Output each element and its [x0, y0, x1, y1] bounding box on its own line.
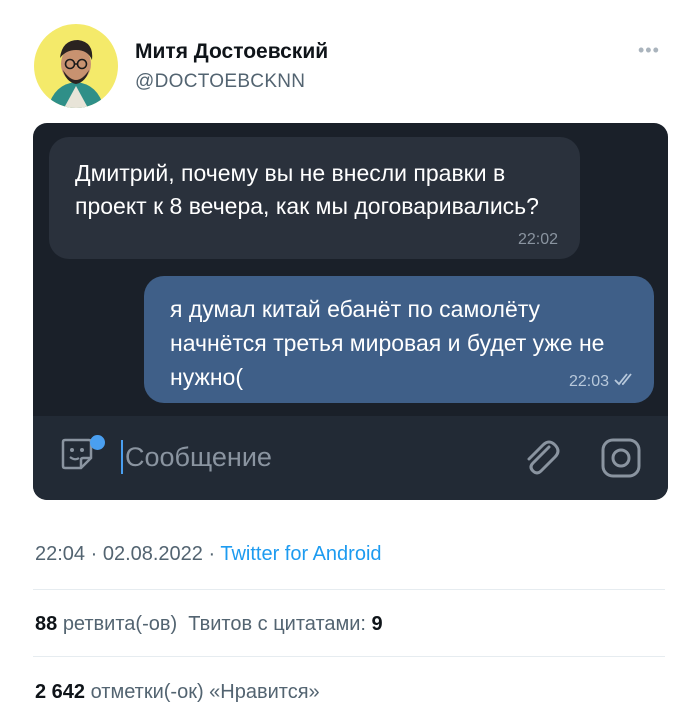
incoming-message-time: 22:02 [517, 231, 558, 248]
divider [33, 589, 665, 590]
outgoing-message-time: 22:03 [568, 373, 609, 390]
tweet-meta: 22:04 · 02.08.2022 · Twitter for Android [35, 543, 382, 566]
likes-count[interactable]: 2 642 [35, 681, 85, 703]
divider [33, 656, 665, 657]
chat-screenshot[interactable]: Дмитрий, почему вы не внесли правки в пр… [33, 123, 668, 500]
incoming-message: Дмитрий, почему вы не внесли правки в пр… [49, 137, 580, 259]
likes-stats: 2 642 отметки(-ок) «Нравится» [35, 681, 320, 704]
text-cursor [121, 440, 123, 474]
quotes-label[interactable]: Твитов с цитатами: [188, 613, 366, 635]
paperclip-icon[interactable] [521, 437, 561, 484]
tweet-timestamp[interactable]: 22:04 · 02.08.2022 [35, 543, 203, 565]
retweet-stats: 88 ретвита(-ов) Твитов с цитатами: 9 [35, 613, 383, 636]
message-input[interactable]: Сообщение [125, 442, 272, 473]
retweets-label[interactable]: ретвита(-ов) [63, 613, 177, 635]
avatar[interactable] [34, 24, 118, 108]
meta-separator: · [202, 543, 221, 565]
author-handle[interactable]: @DOCTOEBCKNN [135, 71, 305, 93]
author-name[interactable]: Митя Достоевский [135, 40, 328, 64]
more-dots-icon[interactable]: ••• [638, 40, 660, 61]
notification-dot [90, 435, 105, 450]
retweets-count[interactable]: 88 [35, 613, 57, 635]
double-check-icon [614, 372, 638, 391]
likes-label[interactable]: отметки(-ок) «Нравится» [91, 681, 320, 703]
camera-icon[interactable] [600, 437, 642, 484]
incoming-message-text: Дмитрий, почему вы не внесли правки в пр… [75, 160, 539, 219]
outgoing-message: я думал китай ебанёт по самолёту начнётс… [144, 276, 654, 403]
tweet-source[interactable]: Twitter for Android [220, 543, 381, 565]
message-composer: Сообщение [33, 416, 668, 500]
quotes-count[interactable]: 9 [372, 613, 383, 635]
